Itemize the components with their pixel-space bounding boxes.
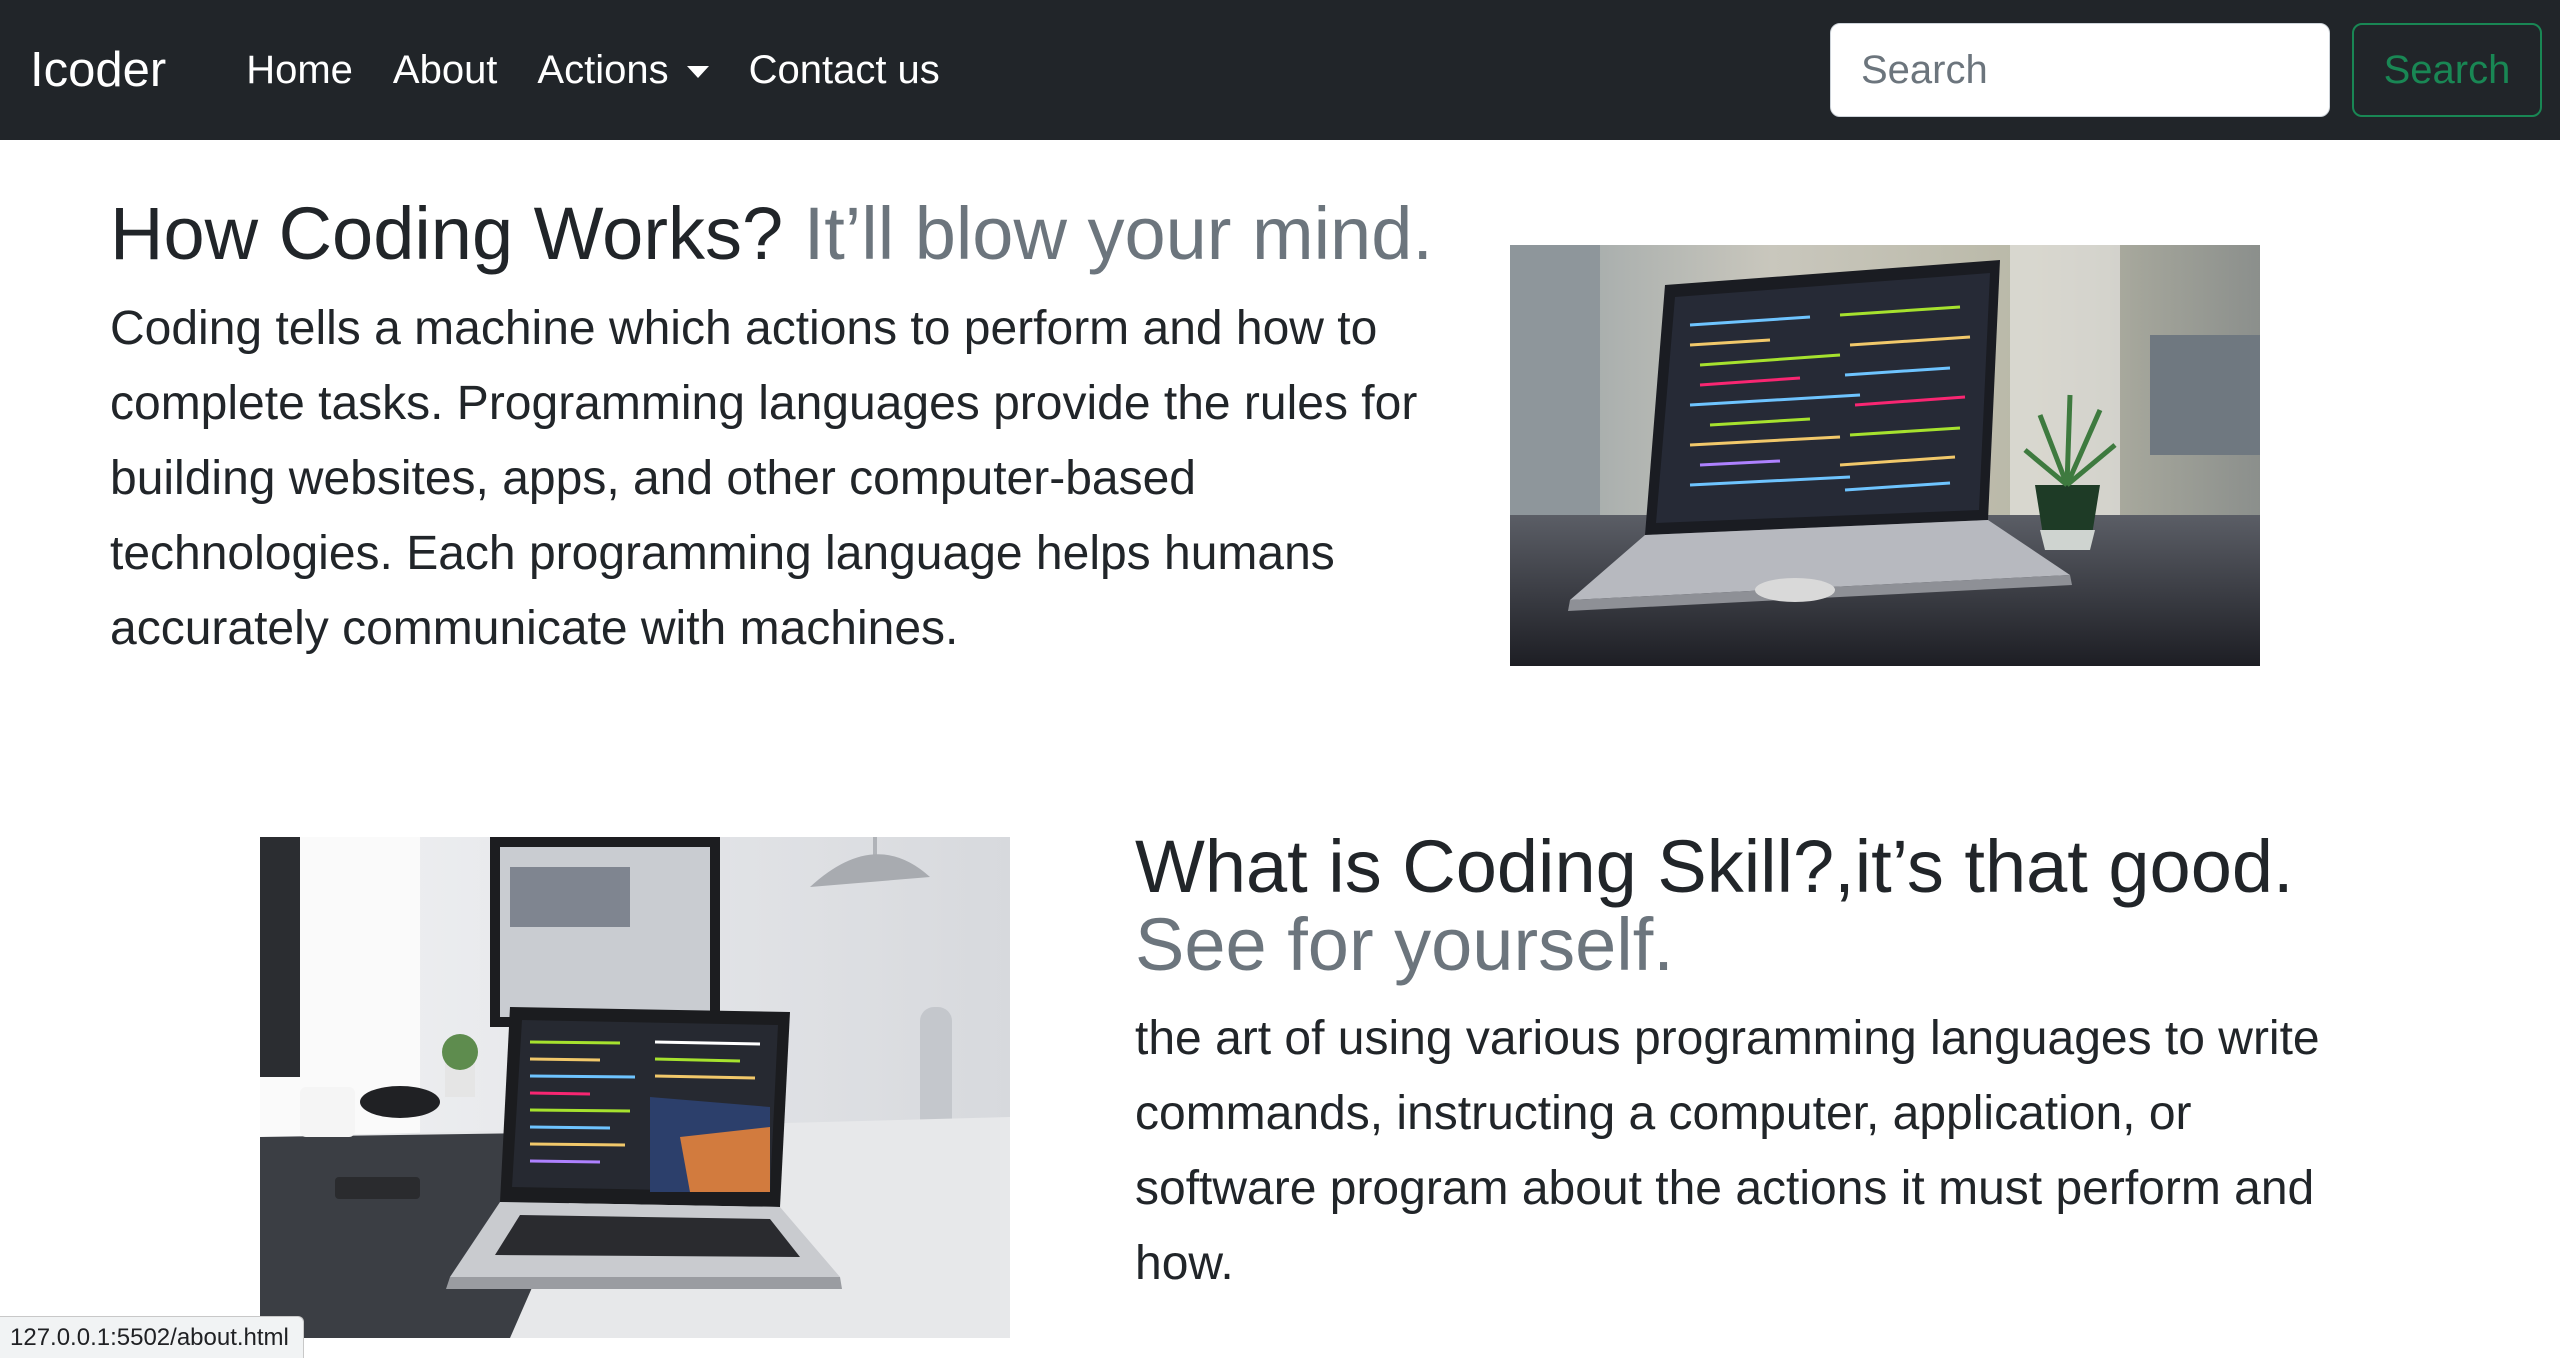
desk-laptop-image [260,837,1010,1338]
featurette-1-heading: How Coding Works? It’ll blow your mind. [110,195,1470,273]
search-input[interactable] [1830,23,2330,117]
featurette-1-heading-main: How Coding Works? [110,192,784,275]
featurette-1-lead: Coding tells a machine which actions to … [110,301,1418,655]
nav-actions-dropdown[interactable]: Actions [517,48,728,93]
featurette-2-text: What is Coding Skill?,it’s that good. See… [1135,828,2355,1301]
link-status-bar: 127.0.0.1:5502/about.html [0,1316,304,1358]
featurette-1-heading-muted: It’ll blow your mind. [803,192,1433,275]
caret-down-icon [686,66,709,78]
nav-actions-label: Actions [537,47,669,92]
laptop-code-image [1510,245,2260,666]
brand-link[interactable]: Icoder [30,42,166,98]
search-form: Search [1830,23,2542,117]
featurette-2-heading: What is Coding Skill?,it’s that good. See… [1135,828,2355,983]
featurette-2-heading-main: What is Coding Skill?,it’s that good. [1135,825,2294,908]
featurette-1-text: How Coding Works? It’ll blow your mind. … [110,195,1470,666]
featurette-2-lead: the art of using various programming lan… [1135,1012,2320,1291]
featurette-2-heading-muted: See for yourself. [1135,902,1674,986]
navbar: Icoder Home About Actions Contact us Sea… [0,0,2560,140]
search-button[interactable]: Search [2352,23,2542,117]
nav-about-link[interactable]: About [373,48,518,93]
nav-links: Home About Actions Contact us [226,48,960,93]
nav-contact-link[interactable]: Contact us [729,48,960,93]
nav-home-link[interactable]: Home [226,48,373,93]
